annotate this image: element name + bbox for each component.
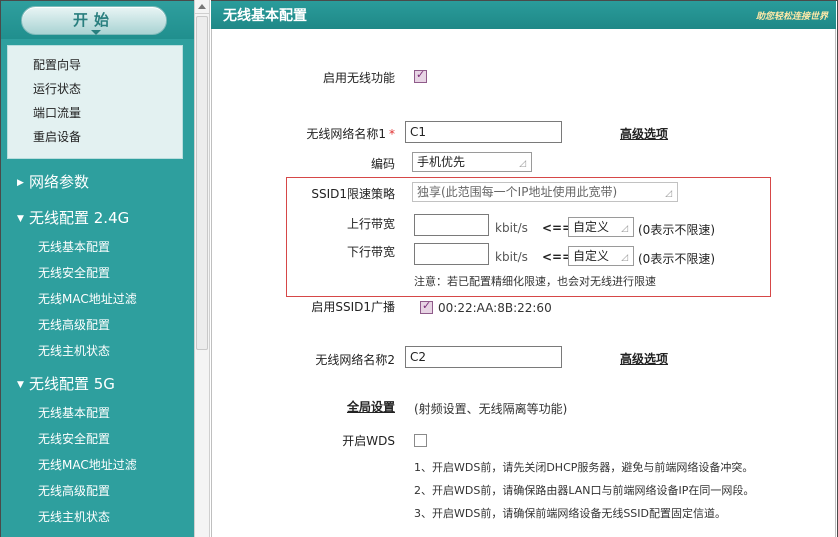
ssid2-label: 无线网络名称2 <box>315 353 395 367</box>
sidebar-item-24g-mac-filter[interactable]: 无线MAC地址过滤 <box>38 290 137 307</box>
start-button[interactable]: 开始 <box>21 6 167 35</box>
sidebar: 开始 配置向导 运行状态 端口流量 重启设备 ▶ 网络参数 ▼ 无线配置 2.4G … <box>0 0 195 537</box>
sidebar-section-wireless-24g[interactable]: ▼ 无线配置 2.4G <box>17 207 129 228</box>
chevron-down-icon: ▼ <box>17 380 24 390</box>
encoding-select[interactable]: 手机优先 ◿ <box>412 152 532 172</box>
enable-wireless-label: 启用无线功能 <box>322 71 395 85</box>
help-text: 助您轻松连接世界 <box>755 12 828 22</box>
section-label: 无线配置 5G <box>29 375 115 393</box>
sidebar-item-5g-advanced[interactable]: 无线高级配置 <box>38 482 110 499</box>
start-button-label: 开始 <box>72 11 115 29</box>
encoding-label: 编码 <box>370 157 395 171</box>
sidebar-section-wireless-5g[interactable]: ▼ 无线配置 5G <box>17 373 115 394</box>
upload-mode-value: 自定义 <box>573 220 610 234</box>
rate-limit-note: 注意：若已配置精细化限速，也会对无线进行限速 <box>414 275 656 288</box>
dropdown-icon: ◿ <box>519 159 526 169</box>
start-bar: 开始 <box>1 1 195 39</box>
ssid1-broadcast-checkbox[interactable] <box>420 299 433 314</box>
required-mark: * <box>389 127 395 141</box>
chevron-down-icon: ▼ <box>17 214 24 224</box>
ssid1-label: 无线网络名称1 * <box>306 125 395 142</box>
form-body: 启用无线功能 无线网络名称1* C1 高级选项 编码 手机优先 ◿ SSID1限速… <box>211 29 836 537</box>
upload-unit-label: kbit/s <box>495 221 528 235</box>
main-panel: 无线基本配置 助您轻松连接世界 启用无线功能 无线网络名称1* C1 高级选项 … <box>211 0 838 537</box>
dropdown-icon: ◿ <box>621 224 628 234</box>
page-header: 无线基本配置 助您轻松连接世界 <box>211 1 836 29</box>
dropdown-icon: ◿ <box>621 253 628 263</box>
sidebar-item-24g-host-status[interactable]: 无线主机状态 <box>38 342 110 359</box>
section-label: 无线配置 2.4G <box>29 209 130 227</box>
section-label: 网络参数 <box>29 173 90 191</box>
upload-bandwidth-input[interactable] <box>414 214 489 236</box>
wds-note-3: 3、开启WDS前，请确保前端网络设备无线SSID配置固定信道。 <box>414 507 727 520</box>
dropdown-icon: ◿ <box>665 189 672 199</box>
wds-note-2: 2、开启WDS前，请确保路由器LAN口与前端网络设备IP在同一网段。 <box>414 484 755 497</box>
ssid2-advanced-link[interactable]: 高级选项 <box>620 350 668 367</box>
sidebar-item-24g-security[interactable]: 无线安全配置 <box>38 264 110 281</box>
sidebar-item-setup-wizard[interactable]: 配置向导 <box>33 56 81 73</box>
sidebar-item-run-status[interactable]: 运行状态 <box>33 80 81 97</box>
ssid2-input[interactable]: C2 <box>405 346 562 368</box>
download-bandwidth-label: 下行带宽 <box>346 245 395 259</box>
download-mode-select[interactable]: 自定义 ◿ <box>568 246 634 266</box>
sidebar-item-5g-host-status[interactable]: 无线主机状态 <box>38 508 110 525</box>
global-settings-desc: (射频设置、无线隔离等功能) <box>414 402 568 416</box>
upload-mode-select[interactable]: 自定义 ◿ <box>568 217 634 237</box>
scroll-up-arrow-icon[interactable] <box>195 0 209 14</box>
ssid1-mac-address: 00:22:AA:8B:22:60 <box>438 301 552 315</box>
sidebar-item-24g-advanced[interactable]: 无线高级配置 <box>38 316 110 333</box>
ssid1-broadcast-label: 启用SSID1广播 <box>311 300 395 314</box>
sidebar-item-5g-basic[interactable]: 无线基本配置 <box>38 404 110 421</box>
page-title: 无线基本配置 <box>223 8 307 24</box>
wds-note-1: 1、开启WDS前，请先关闭DHCP服务器，避免与前端网络设备冲突。 <box>414 461 754 474</box>
global-settings-link[interactable]: 全局设置 <box>347 398 395 415</box>
ssid1-input[interactable]: C1 <box>405 121 562 143</box>
sidebar-scrollbar[interactable] <box>194 0 210 537</box>
sidebar-section-network-params[interactable]: ▶ 网络参数 <box>17 171 89 192</box>
encoding-select-value: 手机优先 <box>417 155 466 169</box>
download-bandwidth-input[interactable] <box>414 243 489 265</box>
download-unit-label: kbit/s <box>495 250 528 264</box>
scrollbar-thumb[interactable] <box>196 16 208 350</box>
chevron-down-icon <box>91 30 101 35</box>
upload-bandwidth-label: 上行带宽 <box>346 217 395 231</box>
rate-policy-select[interactable]: 独享(此范围每一个IP地址使用此宽带) ◿ <box>412 182 678 202</box>
sidebar-item-reboot[interactable]: 重启设备 <box>33 128 81 145</box>
upload-zero-hint: (0表示不限速) <box>638 223 715 237</box>
rate-policy-select-value: 独享(此范围每一个IP地址使用此宽带) <box>417 185 618 199</box>
ssid1-label-text: 无线网络名称1 <box>306 127 386 141</box>
sidebar-item-5g-security[interactable]: 无线安全配置 <box>38 430 110 447</box>
sidebar-item-5g-mac-filter[interactable]: 无线MAC地址过滤 <box>38 456 137 473</box>
chevron-right-icon: ▶ <box>17 178 24 188</box>
ssid1-advanced-link[interactable]: 高级选项 <box>620 125 668 142</box>
download-mode-value: 自定义 <box>573 249 610 263</box>
wds-label: 开启WDS <box>342 434 395 448</box>
rate-policy-label: SSID1限速策略 <box>311 187 395 201</box>
download-zero-hint: (0表示不限速) <box>638 252 715 266</box>
enable-wireless-checkbox[interactable] <box>414 68 427 83</box>
sidebar-item-port-traffic[interactable]: 端口流量 <box>33 104 81 121</box>
sidebar-item-24g-basic[interactable]: 无线基本配置 <box>38 238 110 255</box>
wds-checkbox[interactable] <box>414 434 427 447</box>
